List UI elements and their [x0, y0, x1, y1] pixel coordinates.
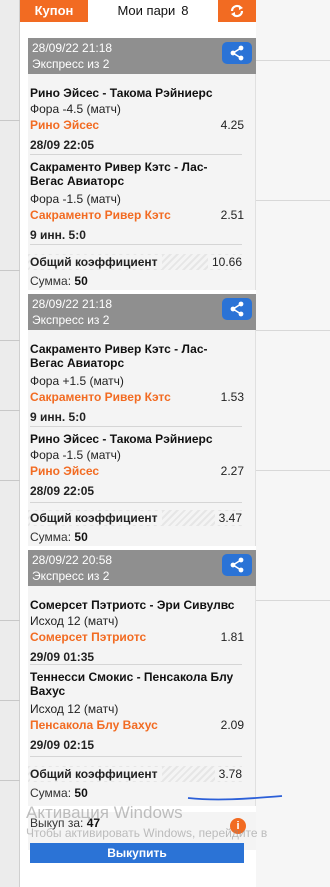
- event-odds: 1.81: [220, 630, 244, 644]
- total-odds-label: Общий коэффициент: [30, 511, 162, 525]
- event-odds: 2.09: [220, 718, 244, 732]
- bet-body: Сакраменто Ривер Кэтс - Лас-Вегас Авиато…: [28, 330, 256, 546]
- event-odds: 2.51: [220, 208, 244, 222]
- refresh-icon: [230, 4, 244, 18]
- event-pick: Рино Эйсес: [30, 118, 100, 132]
- event-pick: Сакраменто Ривер Кэтс: [30, 390, 171, 404]
- tab-my-bets-label: Мои пари: [117, 3, 176, 18]
- event-market: Исход 12 (матч): [30, 702, 119, 716]
- event-pick: Рино Эйсес: [30, 464, 100, 478]
- event-odds: 4.25: [220, 118, 244, 132]
- bet-body: Сомерсет Пэтриотс - Эри Сивулвс Исход 12…: [28, 586, 256, 806]
- bet-slip-panel: Купон Мои пари 8 28/09/22 21:18 Экспресс …: [20, 0, 256, 887]
- divider: [30, 664, 242, 665]
- share-icon: [230, 45, 244, 61]
- stake-value: 50: [74, 530, 88, 544]
- share-icon: [230, 557, 244, 573]
- event-pick: Сомерсет Пэтриотс: [30, 630, 147, 644]
- info-icon[interactable]: i: [230, 818, 246, 834]
- event-market: Исход 12 (матч): [30, 614, 119, 628]
- stake-label: Сумма:: [30, 274, 72, 288]
- background-left-strip: [0, 0, 20, 887]
- event-market: Фора -1.5 (матч): [30, 192, 121, 206]
- total-odds-row: Общий коэффициент 3.78: [28, 766, 242, 782]
- total-odds-value: 3.47: [214, 511, 242, 525]
- total-odds-row: Общий коэффициент 3.47: [28, 510, 242, 526]
- divider: [30, 756, 242, 757]
- event-market: Фора +1.5 (матч): [30, 374, 124, 388]
- event-title: Сакраменто Ривер Кэтс - Лас-Вегас Авиато…: [30, 342, 208, 370]
- stake-value: 50: [74, 786, 88, 800]
- event-title: Рино Эйсес - Такома Рэйниерс: [30, 432, 213, 446]
- cashout-section: Выкуп за: 47 i Выкупить: [28, 812, 256, 863]
- divider: [30, 426, 242, 427]
- event-odds: 2.27: [220, 464, 244, 478]
- event-start-time: 29/09 01:35: [30, 650, 95, 664]
- event-odds: 1.53: [220, 390, 244, 404]
- cashout-value: 47: [86, 816, 101, 830]
- cashout-label: Выкуп за:: [30, 816, 84, 830]
- share-button[interactable]: [222, 554, 252, 576]
- stake-row: Сумма: 50: [30, 530, 88, 544]
- stake-value: 50: [74, 274, 88, 288]
- total-odds-value: 10.66: [207, 255, 242, 269]
- bet-header: 28/09/22 21:18 Экспресс из 2: [28, 38, 256, 74]
- divider: [30, 244, 242, 245]
- stake-row: Сумма: 50: [30, 274, 88, 288]
- total-odds-row: Общий коэффициент 10.66: [28, 254, 242, 270]
- event-title: Рино Эйсес - Такома Рэйниерс: [30, 86, 213, 100]
- bet-datetime: 28/09/22 20:58: [32, 553, 113, 567]
- bet-header: 28/09/22 21:18 Экспресс из 2: [28, 294, 256, 330]
- share-button[interactable]: [222, 42, 252, 64]
- bet-header: 28/09/22 20:58 Экспресс из 2: [28, 550, 256, 586]
- refresh-button[interactable]: [218, 0, 256, 22]
- divider: [30, 502, 242, 503]
- background-right-strip: [256, 0, 330, 887]
- event-start-time: 28/09 22:05: [30, 484, 95, 498]
- event-title: Сакраменто Ривер Кэтс - Лас-Вегас Авиато…: [30, 160, 208, 188]
- bet-datetime: 28/09/22 21:18: [32, 297, 113, 311]
- tab-coupon[interactable]: Купон: [20, 0, 88, 22]
- cashout-amount: Выкуп за: 47: [30, 816, 100, 830]
- cashout-button[interactable]: Выкупить: [30, 843, 244, 863]
- divider: [30, 154, 242, 155]
- tab-bar: Купон Мои пари 8: [20, 0, 256, 22]
- bet-type: Экспресс из 2: [32, 569, 110, 583]
- stake-label: Сумма:: [30, 786, 72, 800]
- tab-my-bets[interactable]: Мои пари 8: [88, 0, 218, 22]
- total-odds-label: Общий коэффициент: [30, 255, 162, 269]
- event-start-time: 28/09 22:05: [30, 138, 95, 152]
- event-live-score: 9 инн. 5:0: [30, 410, 86, 424]
- page: Купон Мои пари 8 28/09/22 21:18 Экспресс …: [0, 0, 330, 887]
- event-market: Фора -4.5 (матч): [30, 102, 121, 116]
- pen-stroke: [187, 795, 283, 801]
- share-icon: [230, 301, 244, 317]
- event-pick: Сакраменто Ривер Кэтс: [30, 208, 171, 222]
- event-title: Теннесси Смокис - Пенсакола Блу Вахус: [30, 670, 234, 698]
- event-pick: Пенсакола Блу Вахус: [30, 718, 158, 732]
- event-start-time: 29/09 02:15: [30, 738, 95, 752]
- event-title: Сомерсет Пэтриотс - Эри Сивулвс: [30, 598, 235, 612]
- bet-type: Экспресс из 2: [32, 313, 110, 327]
- stake-label: Сумма:: [30, 530, 72, 544]
- bet-body: Рино Эйсес - Такома Рэйниерс Фора -4.5 (…: [28, 74, 256, 290]
- event-live-score: 9 инн. 5:0: [30, 228, 86, 242]
- event-market: Фора -1.5 (матч): [30, 448, 121, 462]
- tab-my-bets-count: 8: [181, 3, 189, 18]
- bet-datetime: 28/09/22 21:18: [32, 41, 113, 55]
- share-button[interactable]: [222, 298, 252, 320]
- total-odds-label: Общий коэффициент: [30, 767, 162, 781]
- bet-type: Экспресс из 2: [32, 57, 110, 71]
- total-odds-value: 3.78: [214, 767, 242, 781]
- stake-row: Сумма: 50: [30, 786, 88, 800]
